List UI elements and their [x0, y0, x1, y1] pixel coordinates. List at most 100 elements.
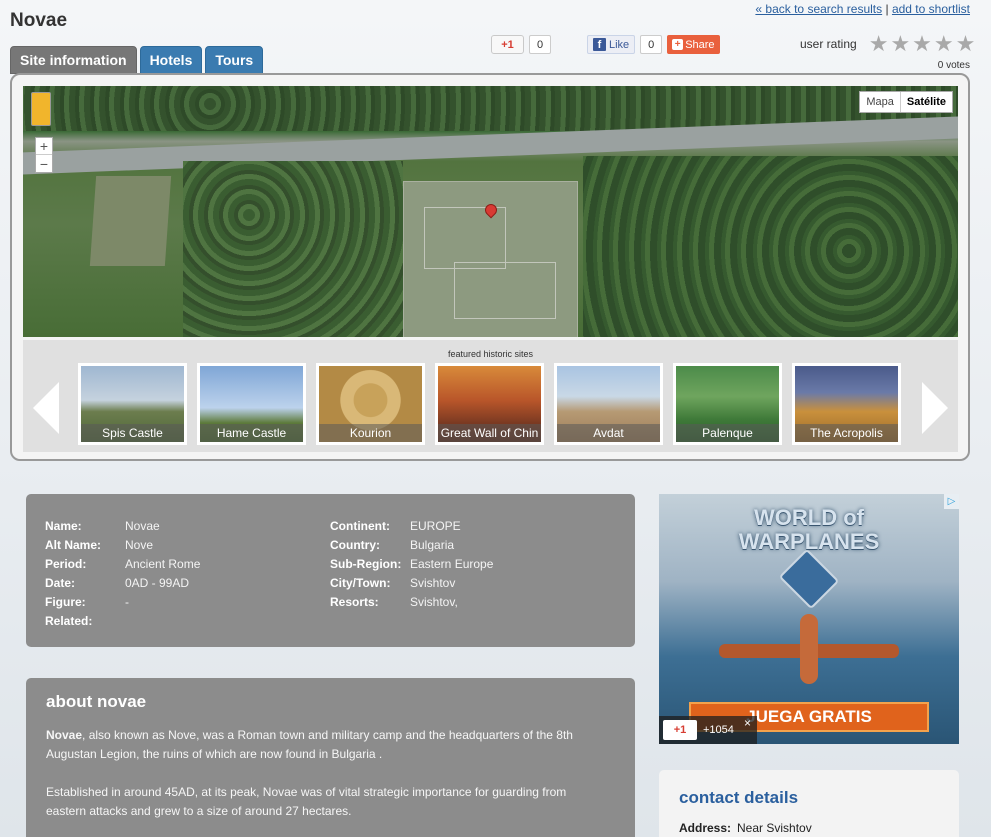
- map-type-satelite[interactable]: Satélite: [899, 92, 952, 112]
- site-details-box: Name: Novae Alt Name: Nove Period: Ancient …: [26, 494, 635, 647]
- ad-logo-line: WORLD of: [754, 505, 864, 530]
- detail-value: Bulgaria: [410, 537, 455, 552]
- tab-hotels[interactable]: Hotels: [139, 46, 203, 74]
- detail-key: Figure:: [45, 594, 86, 609]
- detail-row: Alt Name: Nove: [45, 535, 200, 554]
- carousel-item[interactable]: The Acropolis: [792, 363, 901, 445]
- gplus-button[interactable]: +1: [491, 35, 524, 54]
- carousel-item-caption: Kourion: [319, 424, 422, 442]
- ad-plane-body: [800, 614, 818, 684]
- zoom-out-button[interactable]: −: [36, 155, 52, 172]
- star-3-icon[interactable]: ★: [912, 33, 932, 55]
- carousel-item[interactable]: Hame Castle: [197, 363, 306, 445]
- carousel-item[interactable]: Avdat: [554, 363, 663, 445]
- map-field: [89, 176, 172, 266]
- detail-row: Country: Bulgaria: [330, 535, 493, 554]
- user-rating: user rating ★ ★ ★ ★ ★: [800, 33, 975, 55]
- carousel-item[interactable]: Spis Castle: [78, 363, 187, 445]
- detail-value: Svishtov: [410, 575, 456, 590]
- carousel-next-arrow-icon[interactable]: [922, 382, 948, 434]
- detail-row: Resorts: Svishtov,: [330, 592, 493, 611]
- detail-value: Eastern Europe: [410, 556, 494, 571]
- carousel-title: featured historic sites: [447, 349, 534, 359]
- carousel-item-caption: Great Wall of Chin: [438, 424, 541, 442]
- facebook-icon: f: [593, 38, 606, 51]
- carousel-item[interactable]: Kourion: [316, 363, 425, 445]
- tab-tours[interactable]: Tours: [205, 46, 264, 74]
- facebook-like-button[interactable]: f Like: [587, 35, 636, 54]
- site-details-right: Continent: EUROPE Country: Bulgaria Sub-Re…: [330, 516, 493, 611]
- contact-address-row: Address: Near Svishtov: [679, 821, 812, 835]
- ad-choices-icon[interactable]: ▷: [944, 494, 959, 509]
- back-to-search-link[interactable]: « back to search results: [755, 2, 882, 16]
- about-site-name: Novae: [46, 728, 83, 742]
- contact-address-value: Near Svishtov: [737, 821, 812, 835]
- contact-title: contact details: [679, 788, 799, 807]
- featured-sites-carousel: featured historic sites Spis Castle Hame…: [23, 340, 958, 452]
- detail-value: Svishtov,: [410, 594, 458, 609]
- carousel-prev-arrow-icon[interactable]: [33, 382, 59, 434]
- carousel-item-caption: Spis Castle: [81, 424, 184, 442]
- detail-key: Name:: [45, 518, 82, 533]
- carousel-item-caption: Palenque: [676, 424, 779, 442]
- contact-address-label: Address:: [679, 821, 732, 835]
- carousel-item-caption: Hame Castle: [200, 424, 303, 442]
- detail-row: Continent: EUROPE: [330, 516, 493, 535]
- about-paragraph-text: , also known as Nove, was a Roman town a…: [46, 728, 573, 761]
- gplus-count: 0: [529, 35, 551, 54]
- advertisement-banner[interactable]: WORLD of WARPLANES JUEGA GRATIS ▷ +1 +10…: [659, 494, 959, 744]
- street-view-pegman-icon[interactable]: [31, 92, 51, 126]
- detail-row: City/Town: Svishtov: [330, 573, 493, 592]
- zoom-in-button[interactable]: +: [36, 138, 52, 155]
- star-2-icon[interactable]: ★: [890, 33, 910, 55]
- detail-key: Related:: [45, 613, 93, 628]
- detail-row: Sub-Region: Eastern Europe: [330, 554, 493, 573]
- about-paragraph: Established in around 45AD, at its peak,…: [46, 785, 567, 818]
- social-bar: +1 0 f Like 0 + Share: [491, 35, 720, 54]
- ad-gplus-bar: +1 +1054: [659, 716, 757, 744]
- facebook-like-label: Like: [609, 38, 630, 51]
- carousel-item-caption: The Acropolis: [795, 424, 898, 442]
- map-zoom-control: + −: [35, 137, 53, 173]
- site-details-left: Name: Novae Alt Name: Nove Period: Ancient …: [45, 516, 200, 630]
- detail-value: EUROPE: [410, 518, 461, 533]
- facebook-like-count: 0: [640, 35, 663, 54]
- about-section: about novae Novae, also known as Nove, w…: [26, 678, 635, 837]
- star-5-icon[interactable]: ★: [956, 33, 976, 55]
- ad-emblem-icon: [778, 548, 840, 610]
- detail-key: City/Town:: [330, 575, 391, 590]
- link-separator: |: [885, 2, 889, 16]
- detail-key: Resorts:: [330, 594, 379, 609]
- detail-key: Date:: [45, 575, 76, 590]
- detail-key: Continent:: [330, 518, 390, 533]
- about-text: Novae, also known as Nove, was a Roman t…: [46, 726, 606, 837]
- share-button[interactable]: + Share: [667, 35, 720, 54]
- detail-value: Novae: [125, 518, 160, 533]
- ad-close-icon[interactable]: ×: [744, 716, 751, 730]
- carousel-item-caption: Avdat: [557, 424, 660, 442]
- about-title: about novae: [46, 692, 147, 711]
- tab-bar: Site information Hotels Tours: [10, 46, 264, 74]
- detail-key: Period:: [45, 556, 87, 571]
- detail-key: Alt Name:: [45, 537, 102, 552]
- map-type-mapa[interactable]: Mapa: [860, 92, 900, 112]
- add-to-shortlist-link[interactable]: add to shortlist: [892, 2, 970, 16]
- detail-value: 0AD - 99AD: [125, 575, 190, 590]
- page-title: Novae: [10, 10, 68, 31]
- ad-logo: WORLD of WARPLANES: [729, 506, 889, 554]
- map-forest-area: [183, 161, 403, 337]
- tab-site-information[interactable]: Site information: [10, 46, 137, 74]
- detail-value: -: [125, 594, 129, 609]
- satellite-map[interactable]: + − Mapa Satélite: [23, 86, 958, 337]
- map-forest-area: [583, 156, 958, 337]
- ad-gplus-button[interactable]: +1: [663, 720, 697, 740]
- carousel-item[interactable]: Great Wall of Chin: [435, 363, 544, 445]
- detail-row: Related:: [45, 611, 200, 630]
- star-4-icon[interactable]: ★: [934, 33, 954, 55]
- carousel-item[interactable]: Palenque: [673, 363, 782, 445]
- detail-value: Ancient Rome: [125, 556, 201, 571]
- detail-row: Date: 0AD - 99AD: [45, 573, 200, 592]
- star-1-icon[interactable]: ★: [869, 33, 889, 55]
- share-label: Share: [685, 38, 715, 51]
- detail-key: Country:: [330, 537, 380, 552]
